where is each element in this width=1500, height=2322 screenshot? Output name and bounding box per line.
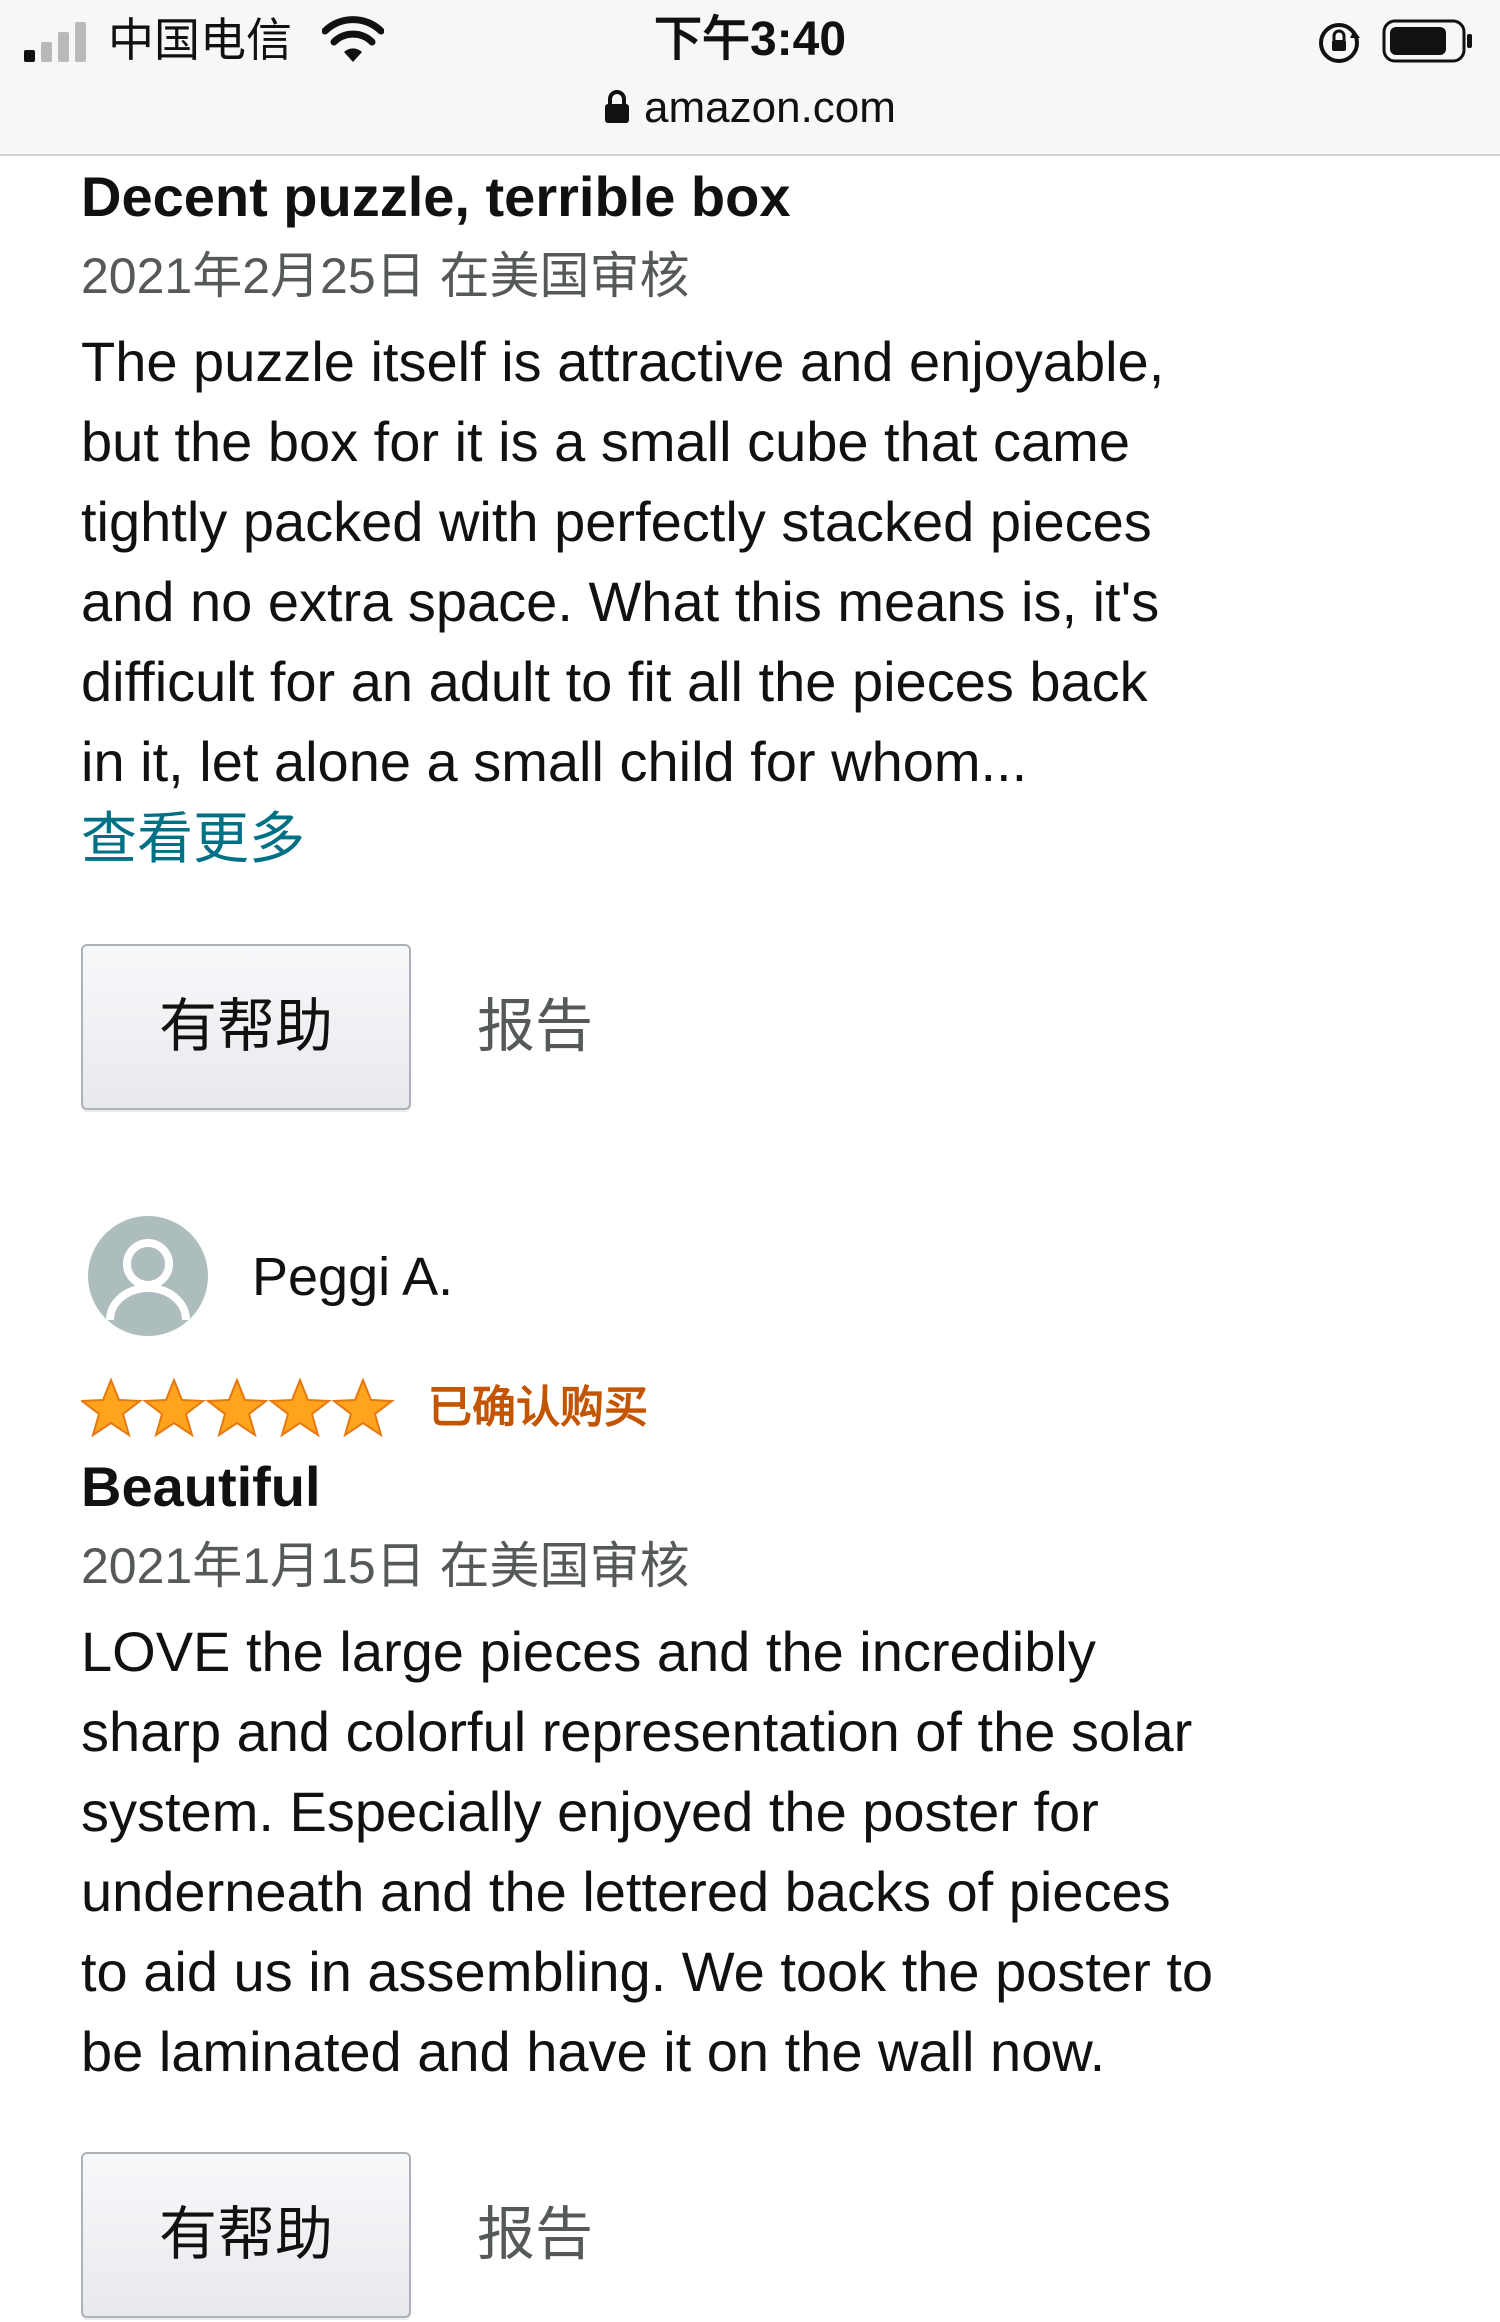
- report-link[interactable]: 报告: [477, 944, 593, 1110]
- lock-icon: [605, 90, 630, 123]
- review-body-line: sharp and colorful representation of the…: [81, 1700, 1193, 1763]
- star-icon: [81, 1378, 143, 1438]
- battery-icon: [1382, 19, 1472, 63]
- star-icon: [270, 1379, 330, 1436]
- report-link[interactable]: 报告: [477, 2152, 593, 2318]
- review-body-line: to aid us in assembling. We took the pos…: [81, 1940, 1214, 2003]
- review-body-line: LOVE the large pieces and the incredibly: [81, 1620, 1096, 1683]
- review-body: LOVE the large pieces and the incredibly…: [81, 1612, 1441, 2092]
- review-body-line: but the box for it is a small cube that …: [81, 410, 1130, 473]
- star-icon: [207, 1379, 267, 1436]
- star-rating: [81, 1378, 393, 1438]
- address-url: amazon.com: [644, 83, 896, 132]
- verified-purchase-badge: 已确认购买: [428, 1383, 648, 1432]
- review-body-line: The puzzle itself is attractive and enjo…: [81, 330, 1165, 393]
- review-body-line: underneath and the lettered backs of pie…: [81, 1860, 1171, 1923]
- star-icon: [333, 1379, 393, 1436]
- review-date: 2021年1月15日 在美国审核: [81, 1538, 690, 1594]
- helpful-button[interactable]: 有帮助: [81, 2152, 411, 2318]
- star-icon: [144, 1379, 204, 1436]
- review-body-line: system. Especially enjoyed the poster fo…: [81, 1780, 1099, 1843]
- see-more-link[interactable]: 查看更多: [81, 804, 305, 874]
- review-body: The puzzle itself is attractive and enjo…: [81, 322, 1441, 802]
- review-body-line: tightly packed with perfectly stacked pi…: [81, 490, 1152, 553]
- review-body-line: difficult for an adult to fit all the pi…: [81, 650, 1148, 713]
- review-title: Decent puzzle, terrible box: [81, 165, 791, 228]
- default-avatar-icon: [88, 1216, 208, 1336]
- helpful-button[interactable]: 有帮助: [81, 944, 411, 1110]
- review-body-line: be laminated and have it on the wall now…: [81, 2020, 1106, 2083]
- address-bar[interactable]: amazon.com: [0, 80, 1500, 136]
- rotation-lock-icon: [1319, 23, 1360, 63]
- review-date: 2021年2月25日 在美国审核: [81, 248, 690, 304]
- review-title: Beautiful: [81, 1455, 321, 1518]
- review-body-line: and no extra space. What this means is, …: [81, 570, 1160, 633]
- status-bar: 中国电信 下午3:40 amazon.com: [0, 0, 1500, 156]
- review-body-line: in it, let alone a small child for whom.…: [81, 730, 1028, 793]
- status-time: 下午3:40: [653, 13, 847, 66]
- reviewer-name[interactable]: Peggi A.: [252, 1242, 453, 1312]
